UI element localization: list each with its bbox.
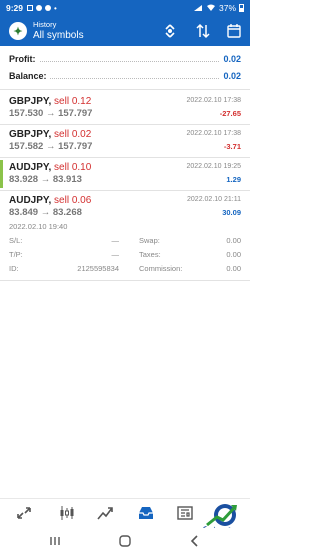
profit-value: 0.02 xyxy=(220,54,241,64)
trade-row[interactable]: GBPJPY, sell 0.02 157.582 → 157.797 2022… xyxy=(0,125,250,157)
sort-icon[interactable] xyxy=(195,23,211,39)
balance-row: Balance: 0.02 xyxy=(0,67,250,84)
symbol-filter[interactable]: All symbols xyxy=(33,30,84,41)
trade-prices: 157.582 → 157.797 xyxy=(9,141,93,152)
divider xyxy=(0,280,250,281)
status-time: 9:29 xyxy=(6,3,24,13)
system-navigation-bar xyxy=(0,528,250,556)
commission-label: Commission: xyxy=(139,264,183,273)
app-logo-icon[interactable]: ✦ xyxy=(9,22,27,40)
trade-icon[interactable] xyxy=(96,504,114,522)
trade-row[interactable]: AUDJPY, sell 0.06 83.849 → 83.268 2022.0… xyxy=(0,191,250,223)
battery-percent: 37% xyxy=(218,3,236,13)
currency-exchange-icon[interactable] xyxy=(162,23,178,39)
recent-apps-icon[interactable] xyxy=(48,534,62,548)
wifi-icon xyxy=(206,4,215,11)
trade-profit: 1.29 xyxy=(226,175,241,184)
taxes-value: 0.00 xyxy=(226,250,241,259)
app-bar: ✦ History All symbols xyxy=(0,16,250,46)
balance-value: 0.02 xyxy=(220,71,241,81)
history-summary: Profit: 0.02 Balance: 0.02 xyxy=(0,50,250,84)
trade-symbol: AUDJPY, xyxy=(9,195,52,206)
trade-profit: -3.71 xyxy=(223,142,241,151)
trade-side: sell 0.06 xyxy=(54,195,92,206)
signal-icon xyxy=(193,5,202,11)
trade-details: 2022.02.10 19:40 S/L: — Swap: 0.00 T/P: … xyxy=(9,220,241,276)
balance-label: Balance: xyxy=(9,71,50,81)
trade-side: sell 0.10 xyxy=(54,162,92,173)
quotes-icon[interactable] xyxy=(15,504,33,522)
news-icon[interactable] xyxy=(176,504,194,522)
trade-row-selected[interactable]: AUDJPY, sell 0.10 83.928 → 83.913 2022.0… xyxy=(0,158,250,190)
open-time: 2022.02.10 19:40 xyxy=(9,222,68,231)
profit-row: Profit: 0.02 xyxy=(0,50,250,67)
trade-profit: -27.65 xyxy=(219,109,241,118)
swap-value: 0.00 xyxy=(226,236,241,245)
more-dots-icon: • xyxy=(54,3,57,13)
trade-date: 2022.02.10 17:38 xyxy=(186,130,242,137)
messenger-icon xyxy=(36,5,43,11)
trade-date: 2022.02.10 17:38 xyxy=(186,97,242,104)
id-value: 2125595834 xyxy=(77,264,119,273)
trade-row[interactable]: GBPJPY, sell 0.12 157.530 → 157.797 2022… xyxy=(0,92,250,124)
trade-prices: 83.928 → 83.913 xyxy=(9,174,82,185)
trade-symbol: GBPJPY, xyxy=(9,96,52,107)
chart-icon[interactable] xyxy=(58,504,76,522)
trade-profit: 30.09 xyxy=(222,208,241,217)
id-label: ID: xyxy=(9,264,19,273)
notification-icons: • xyxy=(27,4,57,13)
tp-label: T/P: xyxy=(9,250,23,259)
trade-prices: 157.530 → 157.797 xyxy=(9,108,93,119)
divider xyxy=(0,89,250,90)
tp-value: — xyxy=(111,250,120,259)
trade-side: sell 0.12 xyxy=(54,96,92,107)
home-icon[interactable] xyxy=(118,534,132,548)
commission-value: 0.00 xyxy=(226,264,241,273)
calendar-icon[interactable] xyxy=(226,23,242,39)
trade-date: 2022.02.10 19:25 xyxy=(186,163,242,170)
battery-icon xyxy=(239,4,244,12)
sl-label: S/L: xyxy=(9,236,23,245)
back-icon[interactable] xyxy=(188,534,202,548)
selected-indicator xyxy=(0,160,3,188)
sl-value: — xyxy=(111,236,120,245)
trade-prices: 83.849 → 83.268 xyxy=(9,207,82,218)
app-bar-subtitle: History xyxy=(33,20,57,29)
taxes-label: Taxes: xyxy=(139,250,161,259)
trade-symbol: GBPJPY, xyxy=(9,129,52,140)
status-bar: 9:29 • 37% xyxy=(0,0,250,16)
trade-date: 2022.02.10 21:11 xyxy=(187,196,241,203)
trade-symbol: AUDJPY, xyxy=(9,162,52,173)
trade-side: sell 0.02 xyxy=(54,129,92,140)
swap-label: Swap: xyxy=(139,236,160,245)
profit-label: Profit: xyxy=(9,54,39,64)
gallery-icon xyxy=(27,5,34,11)
facebook-icon xyxy=(45,5,52,11)
history-icon[interactable] xyxy=(137,504,155,522)
